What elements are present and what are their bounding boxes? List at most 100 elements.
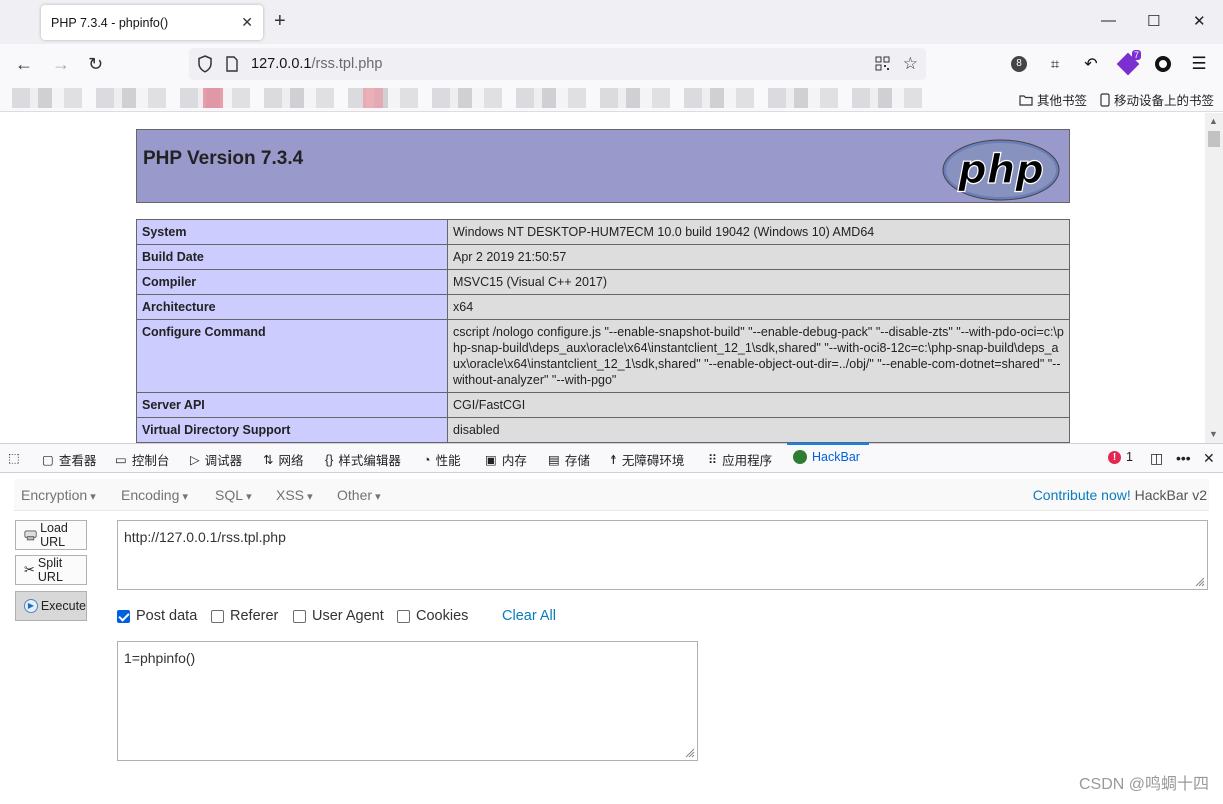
back-icon[interactable]: ←	[15, 54, 33, 75]
split-url-icon: ✂	[24, 562, 35, 577]
page-info-icon[interactable]	[225, 56, 239, 75]
menu-encoding[interactable]: Encoding	[121, 487, 188, 503]
more-options-icon[interactable]: •••	[1176, 450, 1191, 466]
error-count: 1	[1126, 450, 1133, 464]
tab-accessibility[interactable]: ☨ 无障碍环境	[610, 450, 684, 469]
contribute-area: Contribute now! HackBar v2	[1033, 487, 1207, 503]
window-close-icon[interactable]: ✕	[1193, 12, 1206, 30]
tab-label: 控制台	[131, 454, 170, 468]
tab-performance[interactable]: ◔ 性能	[423, 450, 461, 469]
row-key: System	[136, 219, 448, 245]
table-row: Virtual Directory Support disabled	[136, 417, 1070, 443]
mobile-device-icon	[1100, 92, 1110, 107]
new-tab-icon[interactable]: +	[274, 10, 286, 33]
address-bar[interactable]: 127.0.0.1/rss.tpl.php ☆	[189, 48, 926, 80]
tab-debugger[interactable]: ▷ 调试器	[190, 450, 242, 469]
dock-side-icon[interactable]: ◫	[1150, 450, 1163, 467]
tab-label: 调试器	[204, 454, 243, 468]
bookmark-star-icon[interactable]: ☆	[903, 54, 918, 74]
tab-console[interactable]: ▭ 控制台	[115, 450, 169, 469]
contribute-link[interactable]: Contribute now!	[1033, 487, 1131, 503]
menu-other[interactable]: Other	[337, 487, 381, 503]
other-bookmarks-label: 其他书签	[1037, 94, 1088, 108]
blurred-bookmarks	[12, 88, 932, 108]
notification-extension-icon[interactable]: 7	[1116, 50, 1141, 76]
resize-handle-icon[interactable]	[1193, 575, 1205, 587]
extension-badge-icon[interactable]: 8	[1009, 54, 1029, 74]
post-data-value: 1=phpinfo()	[124, 650, 196, 666]
menu-encryption[interactable]: Encryption	[21, 487, 96, 503]
post-data-checkbox[interactable]: Post data	[117, 608, 197, 624]
cookies-checkbox[interactable]: Cookies	[397, 608, 468, 624]
tab-application[interactable]: ⠿ 应用程序	[708, 450, 772, 469]
minimize-icon[interactable]: —	[1101, 12, 1116, 29]
memory-icon: ▣	[485, 453, 497, 467]
reload-icon[interactable]: ↻	[88, 54, 103, 75]
maximize-icon[interactable]: ☐	[1147, 12, 1160, 30]
user-agent-check-box[interactable]	[293, 609, 306, 623]
error-icon: !	[1108, 450, 1121, 464]
scroll-up-icon[interactable]: ▲	[1209, 116, 1218, 126]
blurred-bookmark-favicon	[203, 88, 223, 108]
navigation-toolbar: ← → ↻ 127.0.0.1/rss.tpl.php ☆ 8 ⌗ ↶ 7 ☰	[0, 44, 1223, 84]
tab-label: 内存	[501, 454, 527, 468]
execute-label: Execute	[40, 599, 86, 613]
tab-hackbar[interactable]: HackBar	[793, 450, 860, 464]
php-version-title: PHP Version 7.3.4	[143, 148, 304, 169]
load-url-label: Load URL	[40, 521, 68, 549]
close-tab-icon[interactable]: ✕	[241, 14, 253, 31]
other-bookmarks-folder[interactable]: 其他书签	[1019, 90, 1087, 109]
post-data-label: Post data	[136, 608, 198, 624]
tab-strip: PHP 7.3.4 - phpinfo() ✕ + — ☐ ✕	[0, 0, 1223, 44]
menu-xss[interactable]: XSS	[276, 487, 313, 503]
user-agent-checkbox[interactable]: User Agent	[293, 608, 384, 624]
table-row: Build Date Apr 2 2019 21:50:57	[136, 244, 1070, 270]
mobile-bookmarks-folder[interactable]: 移动设备上的书签	[1100, 90, 1214, 109]
menu-sql[interactable]: SQL	[215, 487, 252, 503]
shield-icon[interactable]	[197, 55, 213, 76]
screenshot-crop-icon[interactable]: ⌗	[1045, 54, 1065, 74]
resize-handle-icon[interactable]	[683, 746, 695, 758]
tab-storage[interactable]: ▤ 存储	[548, 450, 590, 469]
account-circle-icon[interactable]	[1153, 54, 1173, 74]
cookies-check-box[interactable]	[397, 609, 410, 623]
row-key: Virtual Directory Support	[136, 417, 448, 443]
tab-memory[interactable]: ▣ 内存	[485, 450, 527, 469]
tab-network[interactable]: ⇅ 网络	[263, 450, 304, 469]
bookmarks-toolbar: 其他书签 移动设备上的书签	[0, 84, 1223, 112]
undo-icon[interactable]: ↶	[1081, 54, 1101, 74]
hamburger-menu-icon[interactable]: ☰	[1189, 54, 1209, 74]
page-scrollbar[interactable]: ▲ ▼	[1205, 113, 1223, 443]
error-count-indicator[interactable]: ! 1	[1108, 450, 1133, 464]
tab-label: 无障碍环境	[621, 454, 685, 468]
row-value: MSVC15 (Visual C++ 2017)	[447, 269, 1070, 295]
tab-title: PHP 7.3.4 - phpinfo()	[51, 15, 169, 30]
scroll-thumb[interactable]	[1208, 131, 1220, 147]
forward-icon[interactable]: →	[52, 54, 70, 75]
tab-style-editor[interactable]: {} 样式编辑器	[325, 450, 401, 469]
post-data-check-box[interactable]	[117, 609, 130, 623]
url-textarea[interactable]: http://127.0.0.1/rss.tpl.php	[117, 520, 1208, 590]
row-value: Windows NT DESKTOP-HUM7ECM 10.0 build 19…	[447, 219, 1070, 245]
referer-checkbox[interactable]: Referer	[211, 608, 278, 624]
network-icon: ⇅	[263, 453, 274, 467]
execute-button[interactable]: ▶ Execute	[15, 591, 87, 621]
element-picker-icon[interactable]: ⬚	[8, 450, 20, 465]
browser-tab[interactable]: PHP 7.3.4 - phpinfo() ✕	[41, 5, 263, 40]
url-text[interactable]: 127.0.0.1/rss.tpl.php	[251, 56, 382, 72]
phpinfo-table: System Windows NT DESKTOP-HUM7ECM 10.0 bu…	[136, 219, 1070, 443]
tab-inspector[interactable]: ▢ 查看器	[42, 450, 96, 469]
post-data-textarea[interactable]: 1=phpinfo()	[117, 641, 698, 761]
url-path: /rss.tpl.php	[311, 56, 383, 72]
row-key: Build Date	[136, 244, 448, 270]
scroll-down-icon[interactable]: ▼	[1209, 429, 1218, 439]
referer-label: Referer	[230, 608, 279, 624]
close-devtools-icon[interactable]: ✕	[1203, 450, 1215, 467]
referer-check-box[interactable]	[211, 609, 224, 623]
load-url-button[interactable]: Load URL	[15, 520, 87, 550]
clear-all-link[interactable]: Clear All	[502, 608, 556, 624]
tab-label: 存储	[564, 454, 590, 468]
split-url-button[interactable]: ✂ Split URL	[15, 555, 87, 585]
execute-play-icon: ▶	[24, 599, 38, 613]
qr-code-icon[interactable]	[875, 56, 890, 74]
